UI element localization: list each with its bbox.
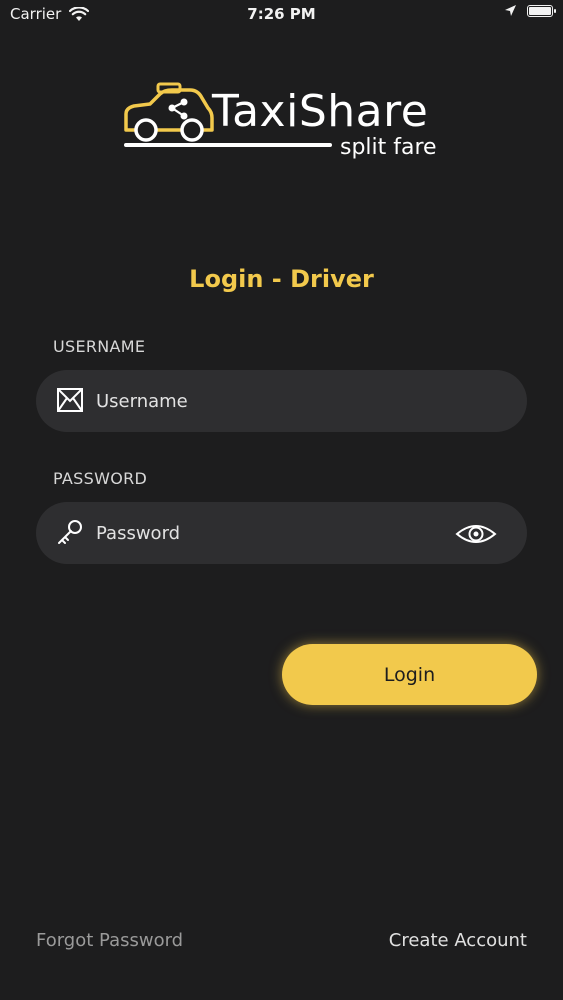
envelope-icon (57, 388, 83, 412)
page-title: Login - Driver (189, 265, 374, 293)
password-input[interactable] (96, 502, 476, 564)
location-arrow-icon (505, 5, 516, 16)
username-input[interactable] (96, 370, 476, 432)
status-bar: Carrier 7:26 PM (0, 0, 563, 30)
key-icon (58, 520, 82, 544)
taxi-share-icon (124, 82, 214, 142)
eye-icon[interactable] (455, 522, 497, 546)
status-right (504, 4, 556, 17)
username-field-container[interactable] (36, 370, 527, 432)
username-label: USERNAME (53, 337, 146, 356)
forgot-password-link[interactable]: Forgot Password (36, 930, 183, 951)
password-field-container[interactable] (36, 502, 527, 564)
create-account-link[interactable]: Create Account (389, 930, 527, 951)
brand-tagline: split fare (340, 135, 437, 160)
logo-underline (124, 143, 332, 147)
brand-name: TaxiShare (212, 86, 429, 137)
battery-icon (527, 4, 556, 17)
status-time: 7:26 PM (247, 5, 316, 23)
login-button[interactable]: Login (282, 644, 537, 705)
brand-logo: TaxiShare split fare (120, 80, 450, 165)
password-label: PASSWORD (53, 469, 148, 488)
